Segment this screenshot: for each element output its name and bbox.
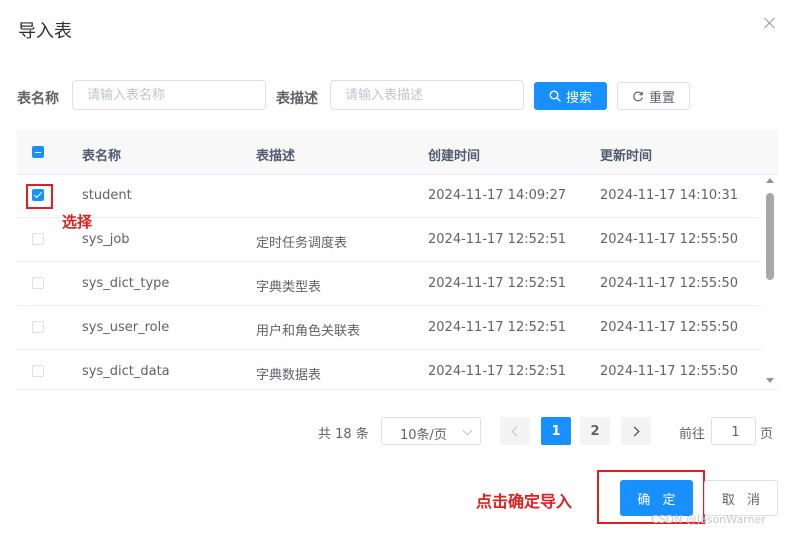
cell-created: 2024-11-17 12:52:51 <box>428 364 567 379</box>
cell-name: sys_dict_data <box>82 364 170 379</box>
row-checkbox[interactable] <box>32 277 44 289</box>
reset-button-label: 重置 <box>648 90 675 106</box>
cell-updated: 2024-11-17 14:10:31 <box>600 188 739 203</box>
table-list: 表名称 表描述 创建时间 更新时间 student 2024-11-17 14:… <box>17 130 778 390</box>
goto-page-input-wrapper <box>711 417 759 446</box>
column-header-name: 表名称 <box>82 149 122 164</box>
select-annotation: 选择 <box>62 213 93 231</box>
table-desc-input[interactable] <box>331 81 523 109</box>
table-row[interactable]: sys_dict_data 字典数据表 2024-11-17 12:52:51 … <box>17 350 762 389</box>
cell-updated: 2024-11-17 12:55:50 <box>600 232 739 247</box>
page-size-select[interactable]: 10条/页 <box>381 417 481 445</box>
column-header-desc: 表描述 <box>256 149 296 164</box>
row-checkbox[interactable] <box>32 233 44 245</box>
prev-page-button[interactable] <box>500 417 530 445</box>
reset-button[interactable]: 重置 <box>617 82 690 110</box>
search-button-label: 搜索 <box>565 90 592 106</box>
row-checkbox[interactable] <box>32 365 44 377</box>
cell-name: sys_dict_type <box>82 276 170 291</box>
table-header: 表名称 表描述 创建时间 更新时间 <box>17 130 778 175</box>
cell-created: 2024-11-17 12:52:51 <box>428 232 567 247</box>
page-1-button[interactable]: 1 <box>541 417 571 445</box>
dialog-title: 导入表 <box>18 21 72 42</box>
cell-desc: 定时任务调度表 <box>256 236 348 251</box>
table-row[interactable]: sys_dict_type 字典类型表 2024-11-17 12:52:51 … <box>17 262 762 306</box>
pagination-total: 共 18 条 <box>318 427 369 442</box>
cancel-button[interactable]: 取 消 <box>704 480 778 516</box>
table-row[interactable]: student 2024-11-17 14:09:27 2024-11-17 1… <box>17 174 762 218</box>
table-row[interactable]: sys_job 定时任务调度表 2024-11-17 12:52:51 2024… <box>17 218 762 262</box>
confirm-button[interactable]: 确 定 <box>620 480 693 516</box>
scroll-thumb[interactable] <box>766 193 774 280</box>
cell-created: 2024-11-17 14:09:27 <box>428 188 567 203</box>
cell-desc: 字典数据表 <box>256 368 322 383</box>
table-scrollbar[interactable] <box>762 174 778 389</box>
table-name-input-wrapper <box>72 80 266 110</box>
refresh-icon <box>633 91 643 102</box>
chevron-right-icon <box>629 426 640 436</box>
cell-updated: 2024-11-17 12:55:50 <box>600 276 739 291</box>
watermark: CSDN @JasonWarner <box>651 513 766 526</box>
next-page-button[interactable] <box>621 417 651 445</box>
confirm-annotation: 点击确定导入 <box>476 492 573 511</box>
table-desc-input-wrapper <box>330 80 524 110</box>
row-checkbox[interactable] <box>32 189 44 201</box>
column-header-updated: 更新时间 <box>600 149 653 164</box>
page-size-value: 10条/页 <box>400 428 447 443</box>
column-header-created: 创建时间 <box>428 149 481 164</box>
page-2-button[interactable]: 2 <box>580 417 610 445</box>
cell-updated: 2024-11-17 12:55:50 <box>600 320 739 335</box>
cell-name: student <box>82 188 132 203</box>
table-name-input[interactable] <box>73 81 265 109</box>
chevron-left-icon <box>511 426 522 436</box>
cell-desc: 字典类型表 <box>256 280 322 295</box>
goto-label: 前往 <box>679 427 706 442</box>
table-row[interactable]: sys_user_role 用户和角色关联表 2024-11-17 12:52:… <box>17 306 762 350</box>
cell-updated: 2024-11-17 12:55:50 <box>600 364 739 379</box>
select-all-checkbox[interactable] <box>32 146 44 158</box>
close-icon[interactable] <box>761 14 779 32</box>
cell-name: sys_job <box>82 232 130 247</box>
chevron-down-icon <box>462 425 473 436</box>
cell-desc: 用户和角色关联表 <box>256 324 361 339</box>
table-body: student 2024-11-17 14:09:27 2024-11-17 1… <box>17 174 762 389</box>
scroll-up-arrow-icon[interactable] <box>766 178 774 183</box>
search-button[interactable]: 搜索 <box>534 82 607 110</box>
row-checkbox[interactable] <box>32 321 44 333</box>
scroll-down-arrow-icon[interactable] <box>766 378 774 383</box>
table-desc-label: 表描述 <box>276 91 318 107</box>
search-icon <box>549 90 561 102</box>
page-suffix-label: 页 <box>760 427 774 442</box>
table-name-label: 表名称 <box>17 91 59 107</box>
cell-created: 2024-11-17 12:52:51 <box>428 276 567 291</box>
cell-name: sys_user_role <box>82 320 170 335</box>
cell-created: 2024-11-17 12:52:51 <box>428 320 567 335</box>
goto-page-input[interactable] <box>712 418 759 446</box>
